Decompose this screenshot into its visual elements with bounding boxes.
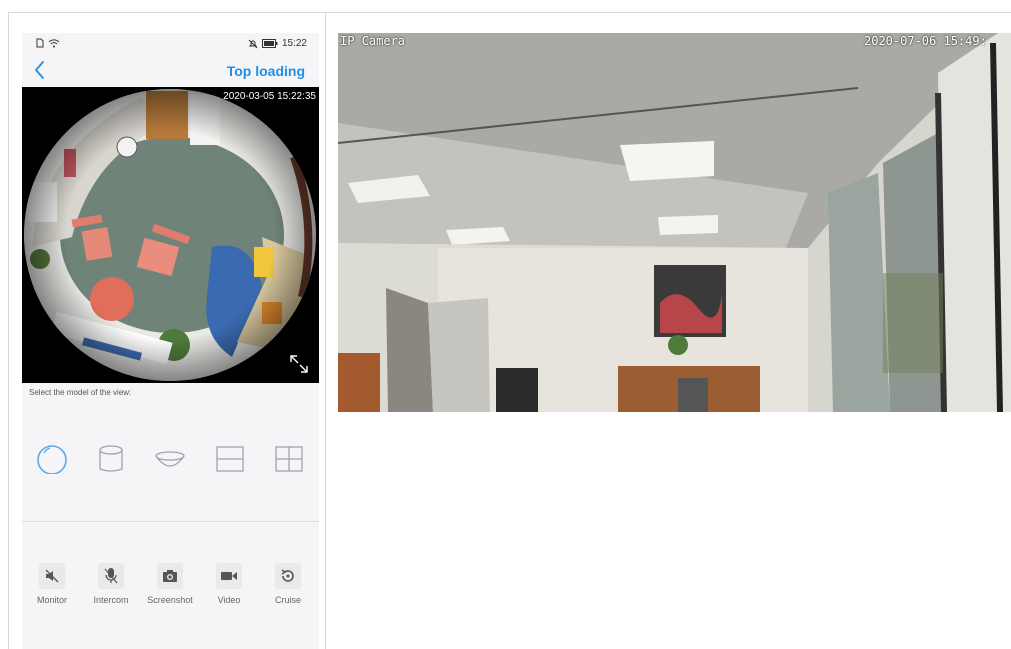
camera-timestamp: 2020-07-06 15:49: xyxy=(864,34,987,48)
fisheye-circle-icon[interactable] xyxy=(34,438,70,474)
split-4-icon[interactable] xyxy=(271,438,307,474)
mute-bell-icon xyxy=(248,39,258,48)
phone-app: 15:22 Top loading 2020-03-05 15:22:35 Se… xyxy=(22,33,319,649)
sim-card-icon xyxy=(36,38,44,48)
cruise-button[interactable]: Cruise xyxy=(258,563,318,605)
cylinder-icon[interactable] xyxy=(93,438,129,474)
speaker-muted-icon xyxy=(39,563,65,589)
back-chevron-icon[interactable] xyxy=(28,57,52,83)
video-button[interactable]: Video xyxy=(199,563,259,605)
status-right: 15:22 xyxy=(248,38,307,49)
nav-bar: Top loading xyxy=(22,55,319,87)
microphone-icon xyxy=(98,563,124,589)
video-camera-icon xyxy=(216,563,242,589)
split-2-icon[interactable] xyxy=(212,438,248,474)
monitor-label: Monitor xyxy=(36,595,67,605)
action-toolbar: Monitor Intercom Screenshot Video Cruise xyxy=(22,563,319,613)
frame-divider-line xyxy=(325,12,326,649)
feed-timestamp: 2020-03-05 15:22:35 xyxy=(223,91,316,102)
frame-top-line xyxy=(8,12,1011,13)
screenshot-button[interactable]: Screenshot xyxy=(140,563,200,605)
video-label: Video xyxy=(217,595,241,605)
wifi-icon xyxy=(48,39,60,48)
section-divider xyxy=(22,521,319,522)
status-time: 15:22 xyxy=(281,38,307,49)
office-camera-image xyxy=(338,33,1011,412)
battery-icon xyxy=(261,39,278,48)
camera-title: IP Camera xyxy=(340,34,406,48)
status-bar: 15:22 xyxy=(22,33,319,55)
nav-title-top-loading[interactable]: Top loading xyxy=(227,63,305,79)
rotate-icon xyxy=(275,563,301,589)
intercom-label: Intercom xyxy=(93,595,129,605)
screenshot-label: Screenshot xyxy=(147,595,193,605)
cruise-label: Cruise xyxy=(274,595,301,605)
view-mode-selector xyxy=(22,438,319,484)
fisheye-video-feed[interactable]: 2020-03-05 15:22:35 xyxy=(22,87,319,383)
ip-camera-feed: IP Camera 2020-07-06 15:49: xyxy=(338,33,1011,412)
bowl-icon[interactable] xyxy=(152,438,188,474)
monitor-button[interactable]: Monitor xyxy=(22,563,82,605)
status-left xyxy=(36,38,60,48)
fullscreen-expand-icon[interactable] xyxy=(288,353,310,375)
frame-left-line xyxy=(8,12,9,649)
camera-icon xyxy=(157,563,183,589)
fisheye-image xyxy=(24,89,316,381)
intercom-button[interactable]: Intercom xyxy=(81,563,141,605)
view-mode-label: Select the model of the view: xyxy=(29,388,132,397)
